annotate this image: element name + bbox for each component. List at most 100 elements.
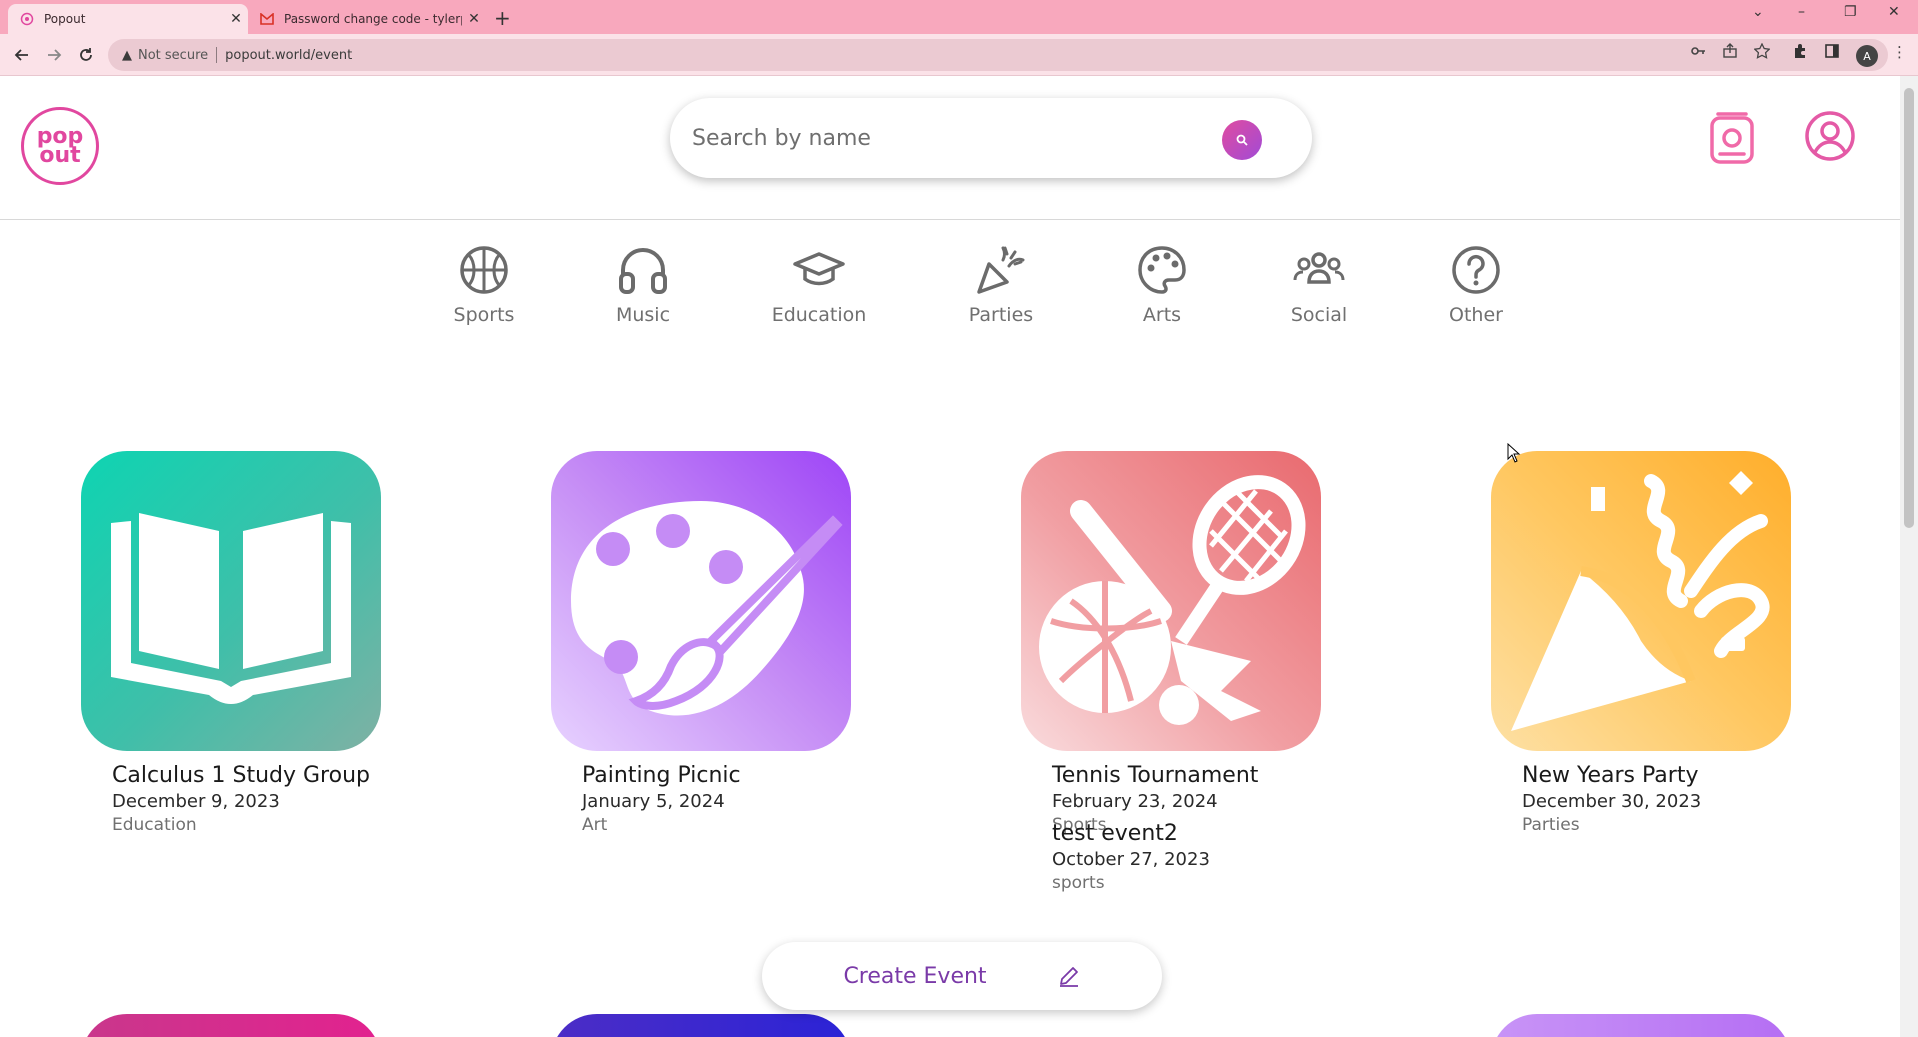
- restore-button[interactable]: ❐: [1844, 4, 1857, 20]
- open-book-icon: [111, 513, 351, 704]
- event-meta: New Years Party December 30, 2023 Partie…: [1491, 763, 1791, 836]
- my-events-button[interactable]: [1708, 110, 1756, 168]
- browser-tab-bar: Popout ✕ Password change code - tylerph …: [0, 0, 1918, 34]
- event-name[interactable]: Painting Picnic: [582, 763, 851, 788]
- event-category: Art: [582, 815, 608, 835]
- search-icon: [1236, 134, 1248, 146]
- category-label: Education: [771, 304, 867, 326]
- question-icon: [1452, 246, 1500, 294]
- event-card[interactable]: Calculus 1 Study Group December 9, 2023 …: [81, 451, 381, 836]
- party-popper-icon: [1511, 471, 1770, 731]
- basketball-icon: [460, 246, 508, 294]
- close-window-button[interactable]: ✕: [1888, 4, 1900, 20]
- pencil-icon: [1059, 967, 1078, 987]
- category-education[interactable]: Education: [759, 244, 879, 326]
- create-event-label: Create Event: [843, 963, 987, 989]
- graduation-cap-icon: [793, 252, 845, 286]
- category-label: Parties: [968, 304, 1034, 326]
- event-date: February 23, 2024: [1052, 791, 1218, 812]
- category-label: Sports: [453, 304, 515, 326]
- palette-icon: [1138, 246, 1186, 294]
- warning-icon: ▲: [122, 47, 132, 63]
- event-date: October 27, 2023: [1052, 849, 1210, 870]
- event-image[interactable]: [1021, 451, 1321, 751]
- tab-title: Popout: [44, 12, 86, 26]
- event-card[interactable]: Tennis Tournament February 23, 2024 Spor…: [1021, 451, 1321, 893]
- category-label: Arts: [1142, 304, 1182, 326]
- category-parties[interactable]: Parties: [941, 244, 1061, 326]
- paint-palette-brush-icon: [571, 501, 843, 716]
- tab-search-icon[interactable]: ⌄: [1752, 4, 1764, 20]
- address-separator: [216, 47, 218, 63]
- share-icon[interactable]: [1722, 43, 1738, 63]
- reload-icon[interactable]: [74, 43, 98, 67]
- event-date: January 5, 2024: [582, 791, 725, 812]
- category-label: Music: [615, 304, 671, 326]
- category-arts[interactable]: Arts: [1102, 244, 1222, 326]
- event-date: December 9, 2023: [112, 791, 280, 812]
- event-image[interactable]: [81, 451, 381, 751]
- popout-logo[interactable]: pop out: [21, 107, 99, 185]
- search-button[interactable]: [1222, 120, 1262, 160]
- sports-equipment-icon: [1039, 475, 1306, 725]
- logo-line2: out: [39, 143, 81, 168]
- forward-arrow-icon[interactable]: [42, 43, 66, 67]
- tab-title: Password change code - tylerph: [284, 12, 462, 26]
- tab-gmail[interactable]: Password change code - tylerph ✕: [252, 4, 486, 34]
- page-scrollbar[interactable]: [1900, 76, 1918, 1037]
- url-text: popout.world/event: [225, 47, 353, 63]
- event-image[interactable]: [1491, 451, 1791, 751]
- event-meta: Painting Picnic January 5, 2024 Art: [551, 763, 851, 836]
- event-card-peek[interactable]: [81, 1014, 381, 1037]
- event-image[interactable]: [551, 451, 851, 751]
- key-icon[interactable]: [1690, 43, 1706, 63]
- user-circle-icon: [1805, 111, 1855, 161]
- popout-favicon-icon: [20, 12, 34, 26]
- event-card-peek[interactable]: [1491, 1014, 1791, 1037]
- side-panel-icon[interactable]: [1824, 43, 1840, 63]
- bookmark-star-icon[interactable]: [1753, 42, 1771, 63]
- tab-popout[interactable]: Popout ✕: [8, 4, 248, 34]
- category-music[interactable]: Music: [583, 244, 703, 326]
- users-icon: [1293, 252, 1345, 284]
- browser-menu-icon[interactable]: ⋮: [1892, 43, 1907, 61]
- event-category: Education: [112, 815, 197, 835]
- tab-close-icon[interactable]: ✕: [224, 11, 248, 27]
- new-tab-button[interactable]: +: [494, 6, 511, 30]
- gmail-favicon-icon: [260, 12, 274, 26]
- category-sports[interactable]: Sports: [424, 244, 544, 326]
- address-bar[interactable]: ▲ Not secure popout.world/event: [108, 39, 1888, 71]
- profile-button[interactable]: [1804, 110, 1856, 166]
- photo-album-icon: [1710, 112, 1754, 164]
- scrollbar-thumb[interactable]: [1904, 88, 1914, 528]
- search-bar: [670, 98, 1312, 178]
- headphones-icon: [619, 248, 667, 294]
- category-label: Other: [1449, 304, 1503, 326]
- header-divider: [0, 219, 1900, 220]
- minimize-button[interactable]: –: [1798, 4, 1805, 20]
- event-card[interactable]: New Years Party December 30, 2023 Partie…: [1491, 451, 1791, 836]
- event-card[interactable]: Painting Picnic January 5, 2024 Art: [551, 451, 851, 836]
- tab-close-icon[interactable]: ✕: [462, 11, 486, 27]
- event-date: December 30, 2023: [1522, 791, 1702, 812]
- create-event-button[interactable]: Create Event: [762, 942, 1162, 1010]
- event-name[interactable]: Tennis Tournament: [1052, 763, 1321, 788]
- event-name[interactable]: test event2: [1052, 821, 1210, 846]
- event-card-peek[interactable]: [551, 1014, 851, 1037]
- back-arrow-icon[interactable]: [10, 43, 34, 67]
- category-social[interactable]: Social: [1259, 244, 1379, 326]
- security-label: Not secure: [138, 47, 209, 63]
- mouse-cursor-icon: [1507, 442, 1521, 467]
- event-category: sports: [1052, 873, 1105, 893]
- overlap-event-meta: test event2 October 27, 2023 sports: [1052, 821, 1210, 894]
- profile-avatar[interactable]: A: [1856, 45, 1878, 67]
- event-name[interactable]: Calculus 1 Study Group: [112, 763, 381, 788]
- category-label: Social: [1290, 304, 1348, 326]
- extensions-puzzle-icon[interactable]: [1792, 43, 1808, 63]
- search-input[interactable]: [692, 118, 1212, 158]
- event-meta: Calculus 1 Study Group December 9, 2023 …: [81, 763, 381, 836]
- party-popper-icon: [977, 246, 1025, 294]
- event-name[interactable]: New Years Party: [1522, 763, 1791, 788]
- category-other[interactable]: Other: [1416, 244, 1536, 326]
- event-category: Parties: [1522, 815, 1580, 835]
